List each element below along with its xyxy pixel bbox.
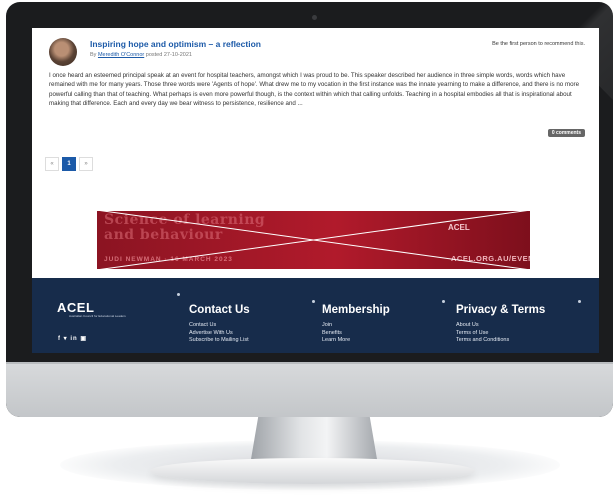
footer-privacy-column: Privacy & Terms About Us Terms of Use Te… — [456, 304, 545, 345]
footer-link-contact-us[interactable]: Contact Us — [189, 322, 250, 330]
post-meta-by: By — [90, 52, 97, 58]
site-footer: ACEL Australian Council for Educational … — [32, 278, 599, 353]
decor-dot — [578, 300, 581, 303]
monitor-screen: Inspiring hope and optimism – a reflecti… — [32, 28, 599, 353]
footer-logo-tagline: Australian Council for Educational Leade… — [69, 314, 126, 318]
footer-link-benefits[interactable]: Benefits — [322, 330, 390, 338]
footer-contact-column: Contact Us Contact Us Advertise With Us … — [189, 304, 250, 345]
decor-dot — [442, 300, 445, 303]
footer-contact-heading: Contact Us — [189, 304, 250, 316]
footer-link-learn-more[interactable]: Learn More — [322, 337, 390, 345]
monitor-chin — [6, 362, 613, 417]
footer-membership-heading: Membership — [322, 304, 390, 316]
footer-privacy-heading: Privacy & Terms — [456, 304, 546, 316]
author-link[interactable]: Meredith O'Connor — [98, 52, 144, 58]
footer-logo[interactable]: ACEL — [57, 300, 94, 315]
post-title[interactable]: Inspiring hope and optimism – a reflecti… — [90, 39, 261, 49]
post-meta: By Meredith O'Connor posted 27-10-2021 — [90, 52, 192, 58]
footer-link-join[interactable]: Join — [322, 322, 390, 330]
pagination-page-1[interactable]: 1 — [62, 157, 76, 171]
comments-badge[interactable]: 0 comments — [547, 129, 585, 137]
blog-post: Inspiring hope and optimism – a reflecti… — [32, 28, 599, 228]
footer-membership-column: Membership Join Benefits Learn More — [322, 304, 390, 345]
post-date: posted 27-10-2021 — [145, 52, 192, 58]
post-excerpt: I once heard an esteemed principal speak… — [49, 72, 580, 107]
pagination-next[interactable]: » — [79, 157, 93, 171]
camera-icon — [312, 15, 317, 20]
social-icons[interactable]: f ▾ in ▣ — [58, 335, 87, 342]
banner-placeholder-cross — [96, 210, 531, 270]
decor-dot — [312, 300, 315, 303]
author-avatar[interactable] — [49, 38, 77, 66]
monitor-stand-base — [150, 458, 475, 484]
pagination: « 1 » — [45, 157, 93, 171]
event-banner[interactable]: Science of learning and behaviour JUDI N… — [96, 210, 531, 270]
footer-link-terms-of-use[interactable]: Terms of Use — [456, 330, 545, 338]
footer-link-terms-conditions[interactable]: Terms and Conditions — [456, 337, 545, 345]
decor-dot — [177, 293, 180, 296]
pagination-prev[interactable]: « — [45, 157, 59, 171]
footer-link-about-us[interactable]: About Us — [456, 322, 545, 330]
monitor-chin-divider — [6, 362, 613, 364]
footer-link-advertise[interactable]: Advertise With Us — [189, 330, 250, 338]
footer-link-subscribe[interactable]: Subscribe to Mailing List — [189, 337, 250, 345]
